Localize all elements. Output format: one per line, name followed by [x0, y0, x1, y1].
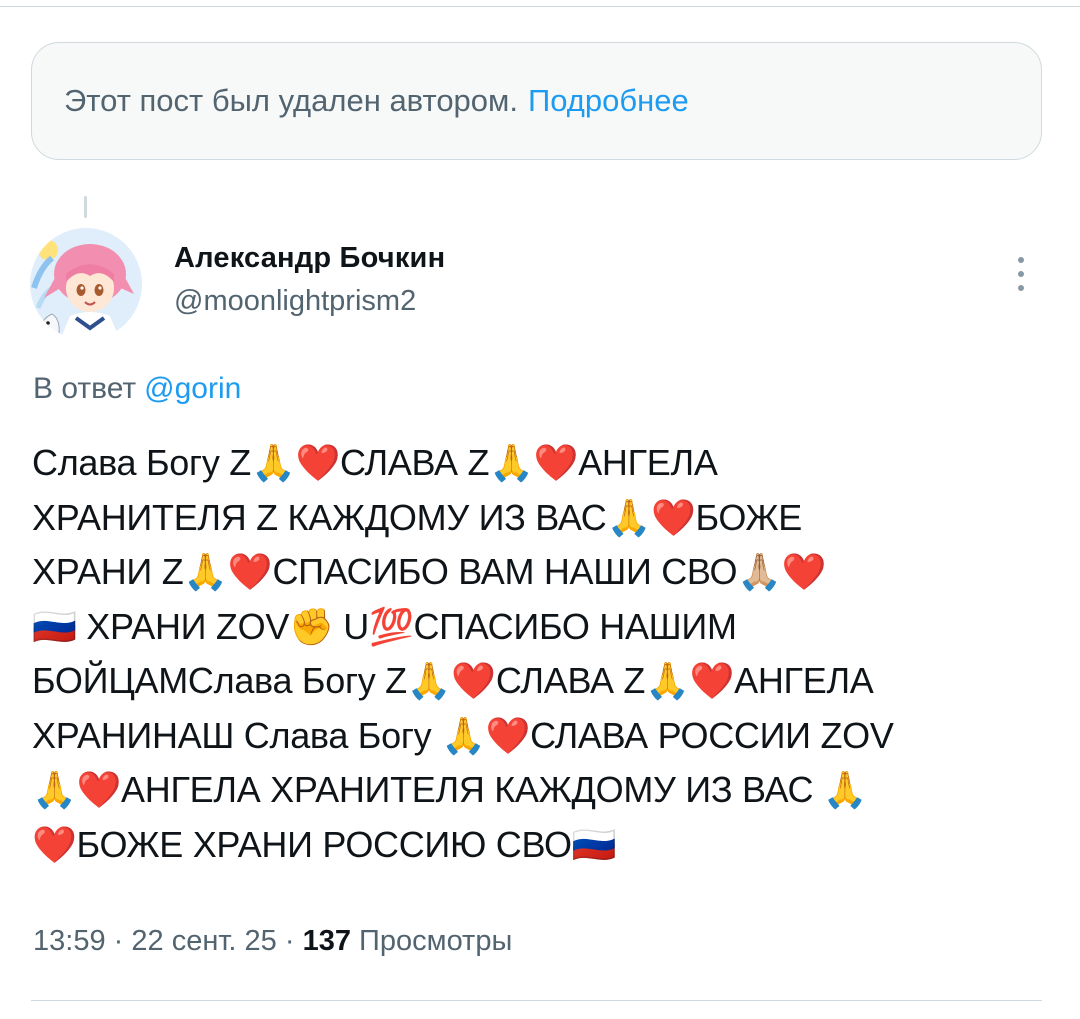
more-options-button[interactable]: [1006, 252, 1036, 296]
tweet-date[interactable]: 22 сент. 25: [131, 925, 276, 957]
author-handle[interactable]: @moonlightprism2: [174, 285, 416, 318]
views-label: Просмотры: [359, 925, 513, 957]
reply-mention-link[interactable]: @gorin: [144, 372, 241, 405]
top-divider: [0, 6, 1080, 7]
tweet-text: Слава Богу Z🙏❤️СЛАВА Z🙏❤️АНГЕЛА ХРАНИТЕЛ…: [32, 442, 894, 865]
meta-separator: ·: [284, 925, 295, 957]
views-count: 137: [302, 925, 351, 957]
deleted-notice-text: Этот пост был удален автором.: [64, 83, 518, 118]
author-name[interactable]: Александр Бочкин: [174, 242, 445, 275]
learn-more-link[interactable]: Подробнее: [528, 83, 689, 119]
tweet-time[interactable]: 13:59: [33, 925, 106, 957]
reply-prefix: В ответ: [33, 372, 137, 405]
reply-context: В ответ @gorin: [33, 372, 241, 406]
bottom-divider: [31, 1000, 1042, 1001]
deleted-post-notice: Этот пост был удален автором. Подробнее: [31, 42, 1042, 160]
tweet-meta: 13:59 · 22 сент. 25 · 137 Просмотры: [33, 925, 512, 958]
avatar[interactable]: [30, 228, 142, 340]
thread-connector-line: [84, 196, 87, 218]
more-vertical-icon: [1018, 257, 1024, 291]
anime-avatar-icon: [30, 228, 142, 340]
meta-separator: ·: [113, 925, 124, 957]
